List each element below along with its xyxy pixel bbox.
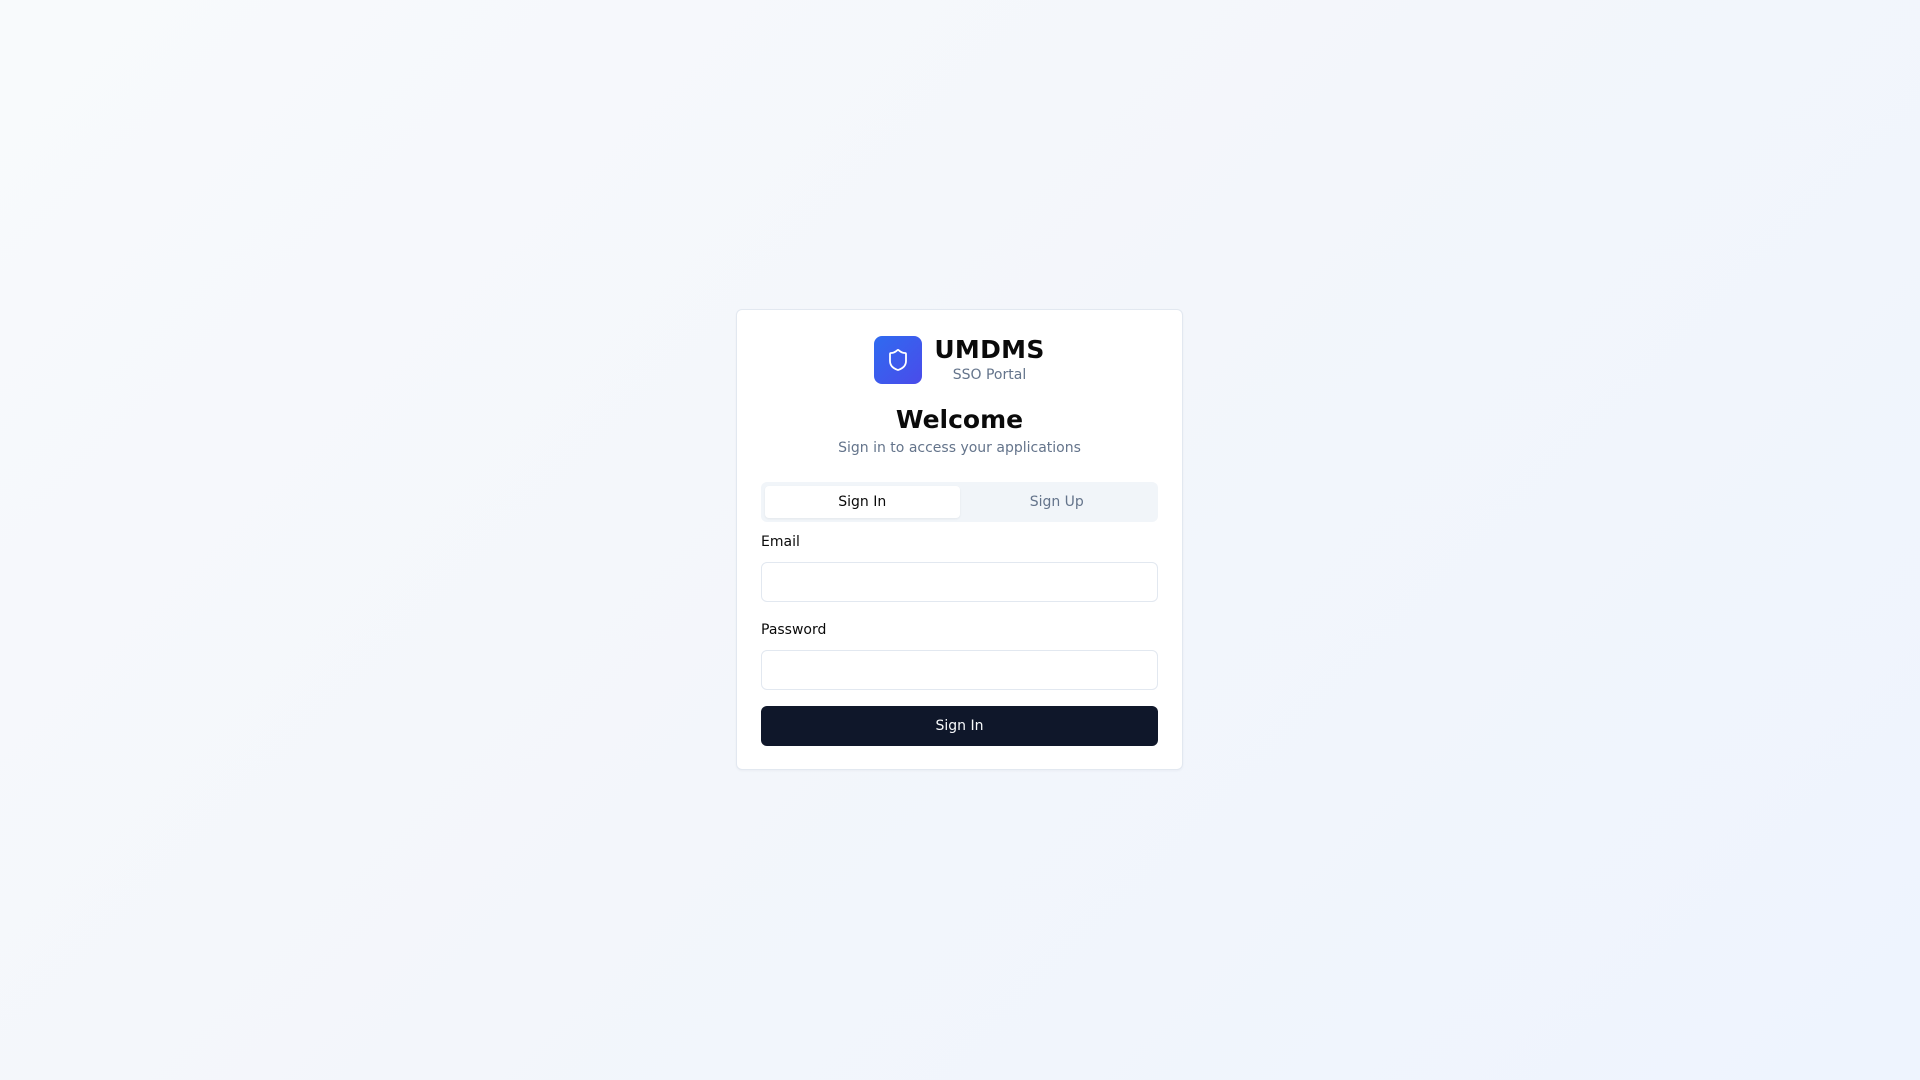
tab-sign-up[interactable]: Sign Up bbox=[960, 486, 1155, 518]
password-field[interactable] bbox=[761, 650, 1158, 690]
brand-subtitle: SSO Portal bbox=[952, 367, 1027, 383]
sign-in-button[interactable]: Sign In bbox=[761, 706, 1158, 746]
email-field[interactable] bbox=[761, 562, 1158, 602]
brand-header: UMDMS SSO Portal bbox=[761, 336, 1158, 384]
shield-icon bbox=[889, 349, 908, 371]
email-label: Email bbox=[761, 534, 800, 550]
auth-tabs: Sign In Sign Up bbox=[761, 482, 1158, 522]
tab-sign-in[interactable]: Sign In bbox=[765, 486, 960, 518]
brand-text: UMDMS SSO Portal bbox=[934, 336, 1044, 384]
page-subtitle: Sign in to access your applications bbox=[838, 440, 1081, 456]
sign-in-card: UMDMS SSO Portal Welcome Sign in to acce… bbox=[736, 309, 1183, 770]
password-label: Password bbox=[761, 622, 827, 638]
brand-logo bbox=[874, 336, 923, 384]
brand-name: UMDMS bbox=[934, 335, 1045, 364]
page-title: Welcome bbox=[895, 405, 1024, 434]
